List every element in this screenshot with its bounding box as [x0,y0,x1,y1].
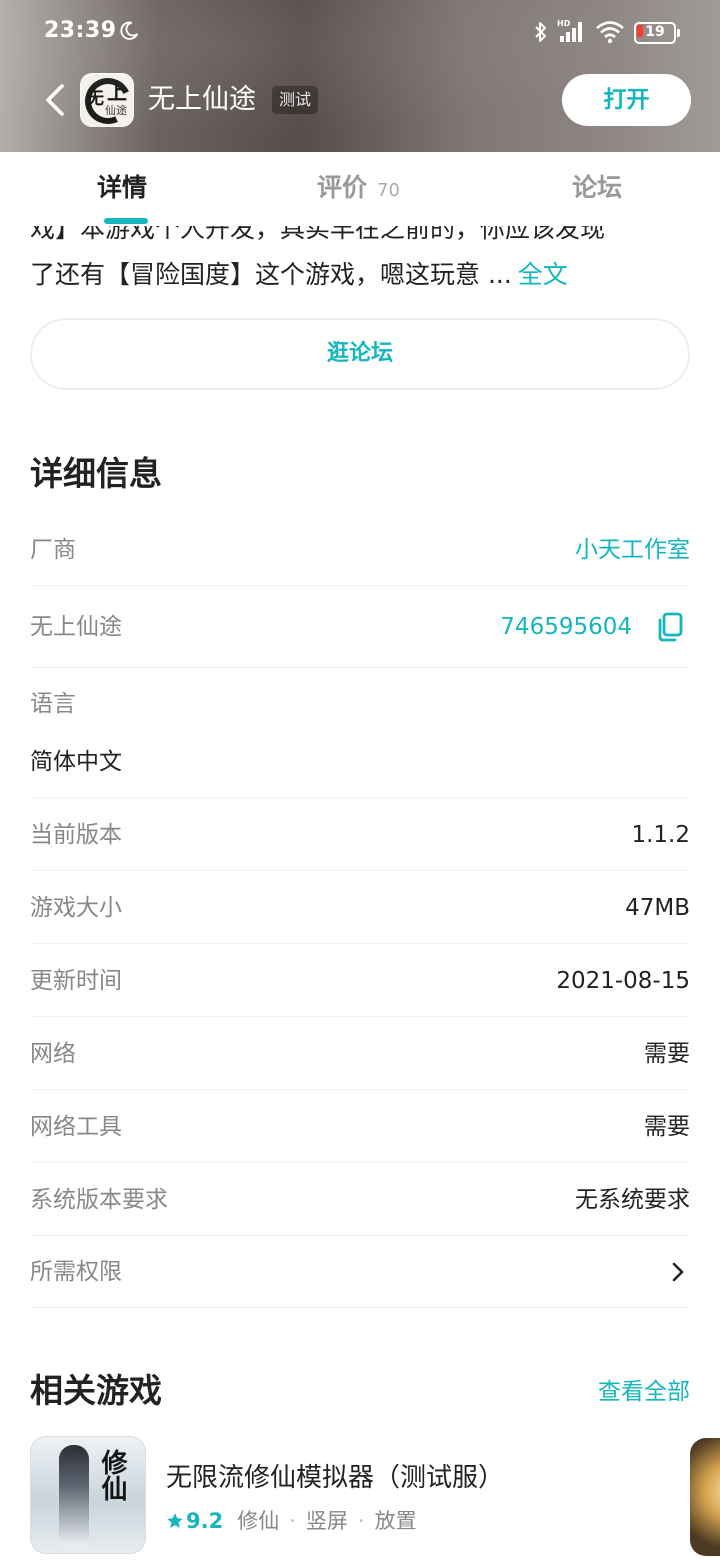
group-label: 无上仙途 [30,614,122,640]
tag-separator: · [357,1509,365,1533]
related-game-tag: 修仙 [237,1509,280,1533]
next-related-game-thumbnail[interactable] [690,1438,720,1556]
developer-label: 厂商 [30,537,76,563]
related-game-name: 无限流修仙模拟器（测试服） [166,1463,505,1493]
developer-link[interactable]: 小天工作室 [575,534,690,566]
network-tool-value: 需要 [644,1114,690,1140]
related-games-title: 相关游戏 [30,1371,162,1410]
tag-separator: · [289,1509,296,1533]
os-requirement-label: 系统版本要求 [30,1187,168,1213]
related-game-tag: 放置 [374,1509,417,1533]
permissions-row[interactable]: 所需权限 [30,1236,690,1308]
wifi-icon [596,21,624,44]
game-title: 无上仙途 [148,84,256,115]
thumbnail-text: 修仙 [97,1449,127,1501]
network-tool-row: 网络工具 需要 [30,1090,690,1163]
network-tool-label: 网络工具 [30,1114,122,1140]
battery-level: 19 [645,24,665,40]
network-value: 需要 [644,1041,690,1067]
logo-char-3: 仙途 [105,104,127,117]
intro-text: 了还有【冒险国度】这个游戏，嗯这玩意 ... [30,260,512,289]
related-game-card[interactable]: 修仙 无限流修仙模拟器（测试服） 9.2 修仙 · 竖屏 · 放置 [30,1436,670,1560]
full-text-link[interactable]: 全文 [518,260,568,289]
version-row: 当前版本 1.1.2 [30,798,690,871]
active-tab-indicator [104,218,148,224]
size-value: 47MB [625,895,690,921]
logo-char-2: 上 [107,80,127,104]
moon-icon [120,21,139,40]
battery-indicator: 19 [634,22,680,44]
language-label: 语言 [30,691,76,717]
version-value: 1.1.2 [631,822,690,848]
app-header: 23:39 HD 19 无 上 仙途 无上仙途 测试 打开 [0,0,720,152]
intro-text-line-1: 戏】本游戏个人开发，具实早在之前的，你应该发现 [30,226,606,243]
group-number[interactable]: 746595604 [500,611,632,643]
intro-text-line-2: 了还有【冒险国度】这个游戏，嗯这玩意 ... 全文 [30,258,692,292]
language-value: 简体中文 [30,749,122,775]
status-time: 23:39 [44,18,117,43]
updated-value: 2021-08-15 [556,968,690,994]
network-badge-text: HD [557,19,571,28]
size-row: 游戏大小 47MB [30,871,690,944]
tab-bar: 详情 评价 70 论坛 [0,152,720,226]
status-bar: 23:39 HD 19 [0,0,720,64]
permissions-label: 所需权限 [30,1259,122,1285]
version-label: 当前版本 [30,822,122,848]
group-row: 无上仙途 746595604 [30,586,690,668]
related-game-rating: 9.2 [186,1509,224,1533]
signal-icon: HD [557,19,582,42]
size-label: 游戏大小 [30,895,122,921]
updated-label: 更新时间 [30,968,122,994]
network-row: 网络 需要 [30,1017,690,1090]
tab-reviews-label: 评价 [317,173,368,202]
updated-row: 更新时间 2021-08-15 [30,944,690,1017]
language-row: 语言 简体中文 [30,668,690,798]
related-game-meta: 9.2 修仙 · 竖屏 · 放置 [166,1506,417,1536]
test-badge: 测试 [272,86,319,114]
tab-reviews[interactable]: 评价 70 [317,170,400,209]
browse-forum-button[interactable]: 逛论坛 [30,318,690,390]
developer-row: 厂商 小天工作室 [30,518,690,586]
related-game-thumbnail: 修仙 [30,1436,146,1554]
os-requirement-row: 系统版本要求 无系统要求 [30,1163,690,1236]
details-section-title: 详细信息 [30,454,162,493]
game-logo: 无 上 仙途 [80,73,134,127]
tab-details[interactable]: 详情 [97,170,147,206]
bluetooth-icon [535,22,546,42]
copy-icon[interactable] [656,612,684,642]
tab-forum[interactable]: 论坛 [572,170,622,206]
view-all-link[interactable]: 查看全部 [598,1376,690,1408]
game-intro: 戏】本游戏个人开发，具实早在之前的，你应该发现 了还有【冒险国度】这个游戏，嗯这… [30,226,692,296]
review-count: 70 [377,180,400,201]
back-arrow-icon[interactable] [38,80,72,120]
chevron-right-icon [672,1262,684,1282]
star-icon [167,1513,183,1528]
logo-char-1: 无 [87,89,104,109]
related-game-tag: 竖屏 [305,1509,348,1533]
network-label: 网络 [30,1041,76,1067]
open-button[interactable]: 打开 [562,74,691,126]
os-requirement-value: 无系统要求 [575,1187,690,1213]
